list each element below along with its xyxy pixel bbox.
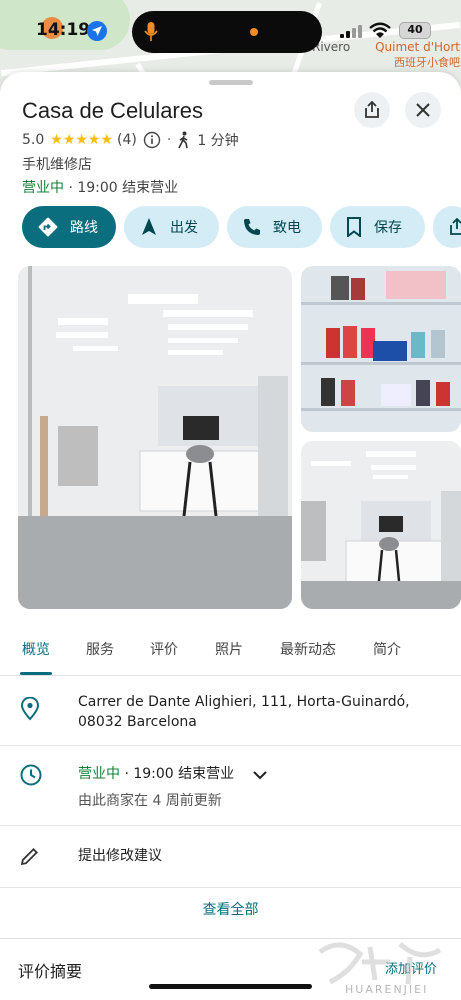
watermark-text: HUARENJIEI — [345, 983, 429, 996]
rating-value: 5.0 — [22, 132, 45, 148]
hours-summary[interactable]: 营业中 · 19:00 结束营业 — [22, 177, 178, 197]
call-button[interactable]: 致电 — [227, 206, 322, 248]
info-icon[interactable] — [143, 131, 161, 149]
review-count: (4) — [117, 132, 137, 148]
close-button[interactable] — [405, 92, 441, 128]
review-summary-heading: 评价摘要 — [18, 962, 83, 981]
walking-icon — [178, 131, 189, 149]
photo-shop-counter[interactable] — [301, 441, 461, 609]
separator-dot: · — [166, 132, 172, 148]
drag-handle[interactable] — [209, 80, 253, 85]
home-indicator[interactable] — [149, 984, 312, 989]
store-interior-illustration — [18, 266, 292, 609]
location-arrow-icon — [87, 21, 107, 41]
chevron-down-icon[interactable] — [253, 771, 267, 780]
privacy-dot — [250, 28, 258, 36]
place-details-sheet: Casa de Celulares 5.0 ★★★★★ (4) · 1 分钟 手… — [0, 72, 461, 1000]
hours-row[interactable]: 营业中 · 19:00 结束营业 由此商家在 4 周前更新 — [0, 746, 461, 826]
location-pin-icon — [20, 697, 40, 721]
tab-photos[interactable]: 照片 — [215, 639, 243, 659]
address-row[interactable]: Carrer de Dante Alighieri, 111, Horta-Gu… — [0, 676, 461, 746]
suggest-edit-row[interactable]: 提出修改建议 — [0, 826, 461, 888]
address-line-2: 08032 Barcelona — [78, 714, 197, 730]
directions-icon — [38, 217, 58, 237]
hours-open-status: 营业中 — [78, 766, 120, 782]
display-case-illustration — [301, 266, 461, 432]
status-bar: 14:19 40 — [0, 0, 461, 64]
tab-reviews[interactable]: 评价 — [150, 639, 178, 659]
see-all-link[interactable]: 查看全部 — [0, 899, 461, 919]
shop-counter-illustration — [301, 441, 461, 609]
microphone-icon — [144, 22, 158, 41]
wifi-icon — [369, 22, 391, 38]
cellular-signal-icon — [340, 25, 362, 38]
tab-updates[interactable]: 最新动态 — [280, 639, 336, 659]
active-tab-indicator — [20, 672, 52, 675]
save-label: 保存 — [374, 220, 402, 236]
tab-overview[interactable]: 概览 — [22, 639, 50, 659]
bookmark-icon — [347, 217, 361, 237]
call-label: 致电 — [273, 220, 301, 236]
open-status: 营业中 — [22, 180, 64, 196]
share-icon — [450, 218, 461, 235]
place-name: Casa de Celulares — [22, 98, 203, 123]
start-button[interactable]: 出发 — [124, 206, 219, 248]
hours-updated-note: 由此商家在 4 周前更新 — [78, 793, 222, 809]
edit-pencil-icon — [20, 848, 38, 866]
directions-label: 路线 — [70, 220, 98, 236]
share-button[interactable] — [354, 92, 390, 128]
suggest-edit-label: 提出修改建议 — [78, 848, 162, 864]
navigation-arrow-icon — [142, 218, 156, 235]
share-chip-button[interactable] — [433, 206, 461, 248]
address-line-1: Carrer de Dante Alighieri, 111, Horta-Gu… — [78, 694, 410, 710]
hours-close-time: · 19:00 结束营业 — [124, 766, 235, 782]
place-category: 手机维修店 — [22, 157, 92, 173]
clock-icon — [20, 764, 42, 786]
dynamic-island[interactable] — [132, 11, 322, 53]
status-time: 14:19 — [36, 20, 91, 40]
hours-detail: 营业中 · 19:00 结束营业 — [78, 764, 234, 784]
start-label: 出发 — [170, 220, 198, 236]
directions-button[interactable]: 路线 — [22, 206, 116, 248]
tab-about[interactable]: 简介 — [373, 639, 401, 659]
phone-icon — [244, 219, 260, 235]
share-icon — [365, 101, 379, 118]
photo-storefront-interior[interactable] — [18, 266, 292, 609]
closing-time: · 19:00 结束营业 — [68, 180, 179, 196]
tab-services[interactable]: 服务 — [86, 639, 114, 659]
walk-time: 1 分钟 — [197, 133, 239, 149]
section-tabs: 概览 服务 评价 照片 最新动态 简介 — [0, 632, 461, 676]
photo-display-case[interactable] — [301, 266, 461, 432]
star-rating-icon: ★★★★★ — [50, 132, 114, 148]
close-icon — [416, 103, 430, 117]
battery-indicator: 40 — [399, 22, 431, 39]
save-button[interactable]: 保存 — [330, 206, 425, 248]
rating-row[interactable]: 5.0 ★★★★★ (4) · 1 分钟 — [22, 130, 239, 150]
